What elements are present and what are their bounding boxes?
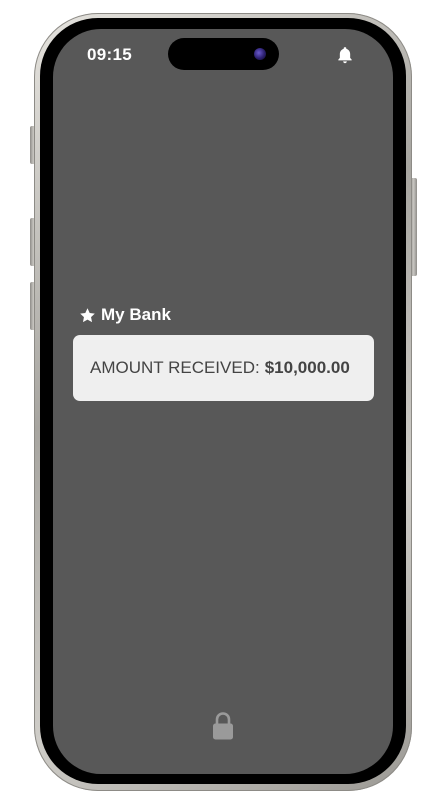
app-name: My Bank	[101, 305, 171, 324]
lock-screen: 09:15 My Bank AMOUNT RECEIVED: $10,000.0…	[53, 29, 393, 774]
lock-icon	[213, 712, 233, 740]
dynamic-island	[168, 38, 279, 70]
device-mockup: 09:15 My Bank AMOUNT RECEIVED: $10,000.0…	[0, 0, 440, 800]
notification-header: My Bank	[79, 305, 171, 325]
notification-card[interactable]: AMOUNT RECEIVED: $10,000.00	[73, 335, 374, 401]
notification-amount: $10,000.00	[264, 358, 350, 377]
bell-icon	[338, 47, 352, 64]
star-icon	[80, 307, 95, 322]
front-camera	[254, 48, 266, 60]
status-time: 09:15	[87, 45, 132, 64]
notification-label: AMOUNT RECEIVED:	[90, 358, 260, 377]
